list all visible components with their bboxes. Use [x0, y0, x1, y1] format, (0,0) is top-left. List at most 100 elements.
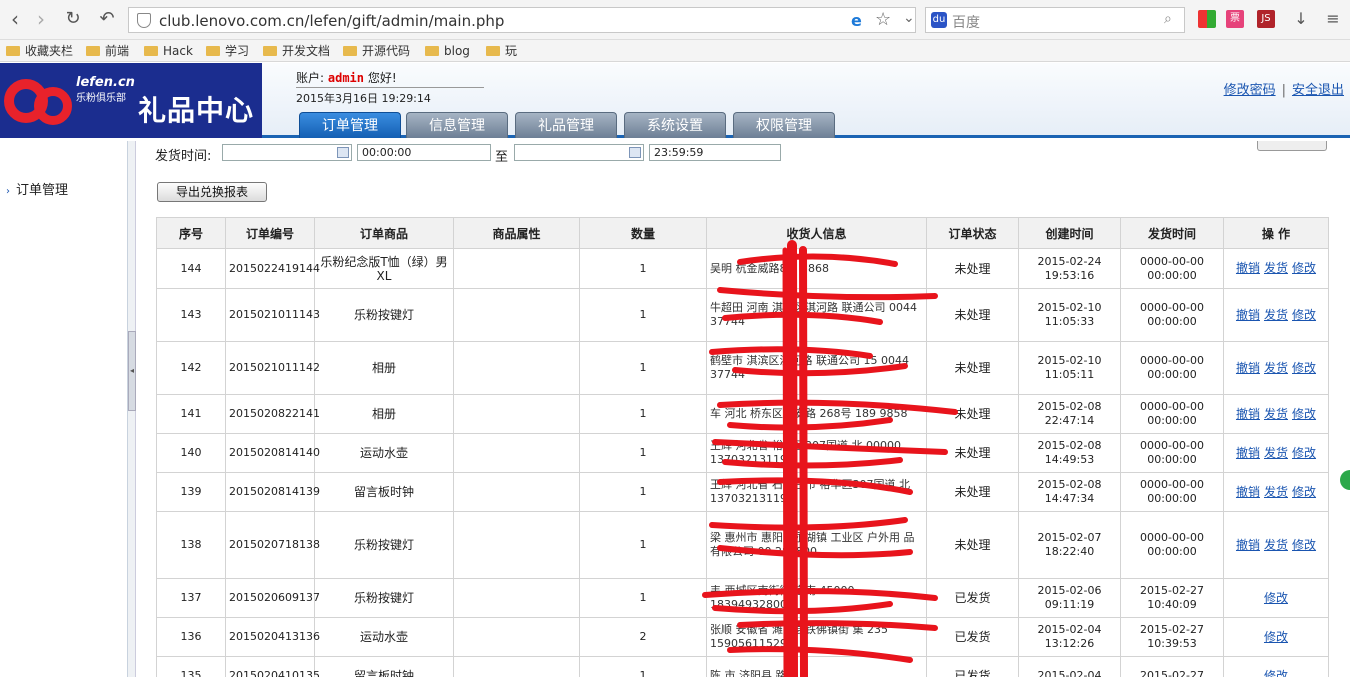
search-button[interactable]	[1257, 141, 1327, 151]
row-created: 2015-02-08 14:47:34	[1018, 472, 1121, 512]
folder-icon	[144, 46, 158, 56]
row-receiver: 车 河北 桥东区平安路 268号 189 9858	[706, 394, 927, 434]
row-id: 141	[156, 394, 226, 434]
ship-end-time-input[interactable]: 23:59:59	[649, 144, 781, 161]
bookmark-favorites[interactable]: 收藏夹栏	[6, 42, 73, 60]
url-text[interactable]: club.lenovo.com.cn/lefen/gift/admin/main…	[159, 12, 504, 30]
row-product: 乐粉按键灯	[314, 578, 454, 618]
ie-icon[interactable]: e	[851, 11, 862, 30]
bookmark-blog[interactable]: blog	[425, 42, 470, 60]
cancel-link[interactable]: 撤销	[1236, 308, 1260, 322]
edit-link[interactable]: 修改	[1292, 261, 1316, 275]
cancel-link[interactable]: 撤销	[1236, 361, 1260, 375]
calendar-icon[interactable]	[629, 147, 641, 158]
row-id: 138	[156, 511, 226, 579]
sidebar-item-orders[interactable]: › 订单管理	[6, 179, 68, 198]
greeting: 您好!	[367, 71, 397, 85]
windows-grid-icon[interactable]	[1198, 10, 1216, 28]
row-shipped: 0000-00-00 00:00:00	[1120, 288, 1224, 342]
logout-link[interactable]: 安全退出	[1292, 83, 1344, 98]
row-order-no: 2015021011142	[225, 341, 320, 395]
table-row: 140 2015020814140 运动水壶 1 王辉 河北省 裕华区307国道 北 0…	[156, 433, 1329, 473]
row-actions: 撤销 发货 修改	[1223, 288, 1329, 342]
tab-gift-management[interactable]: 礼品管理	[515, 112, 617, 138]
row-receiver: 韦 西城区南街街 道南 45000 18394932800	[706, 578, 927, 618]
table-row: 136 2015020413136 运动水壶 2 张顺 安徽省 濉溪县铁佛镇街 集 23…	[156, 617, 1329, 657]
row-shipped: 0000-00-00 00:00:00	[1120, 472, 1224, 512]
edit-link[interactable]: 修改	[1264, 591, 1288, 605]
row-product: 留言板时钟	[314, 656, 454, 677]
bookmark-open-source[interactable]: 开源代码	[343, 42, 410, 60]
logo-brand: lefen.cn	[76, 75, 135, 90]
folder-icon	[263, 46, 277, 56]
row-shipped: 0000-00-00 00:00:00	[1120, 394, 1224, 434]
forward-icon[interactable]: ›	[30, 8, 52, 32]
search-icon[interactable]: ⌕	[1164, 11, 1172, 27]
row-product: 留言板时钟	[314, 472, 454, 512]
bookmark-study[interactable]: 学习	[206, 42, 249, 60]
cancel-link[interactable]: 撤销	[1236, 446, 1260, 460]
edit-link[interactable]: 修改	[1292, 308, 1316, 322]
ship-start-time-input[interactable]: 00:00:00	[357, 144, 491, 161]
ship-end-date-input[interactable]	[514, 144, 644, 161]
back-icon[interactable]: ‹	[4, 8, 26, 32]
cancel-link[interactable]: 撤销	[1236, 485, 1260, 499]
ship-link[interactable]: 发货	[1264, 538, 1288, 552]
row-actions: 撤销 发货 修改	[1223, 394, 1329, 434]
calendar-icon[interactable]	[337, 147, 349, 158]
star-icon[interactable]: ☆	[875, 9, 891, 30]
edit-link[interactable]: 修改	[1264, 630, 1288, 644]
download-icon[interactable]: ↓	[1290, 8, 1312, 32]
ship-start-date-input[interactable]	[222, 144, 352, 161]
bookmark-frontend[interactable]: 前端	[86, 42, 129, 60]
edit-link[interactable]: 修改	[1292, 538, 1316, 552]
username: admin	[327, 71, 364, 85]
chevron-down-icon[interactable]: ⌄	[903, 10, 915, 26]
row-actions: 修改	[1223, 578, 1329, 618]
edit-link[interactable]: 修改	[1264, 669, 1288, 677]
folder-icon	[425, 46, 439, 56]
col-header: 订单编号	[225, 217, 315, 249]
ship-link[interactable]: 发货	[1264, 407, 1288, 421]
search-input[interactable]: du 百度 ⌕	[925, 7, 1185, 33]
ship-link[interactable]: 发货	[1264, 261, 1288, 275]
export-report-button[interactable]: 导出兑换报表	[157, 182, 267, 202]
tab-permission-management[interactable]: 权限管理	[733, 112, 835, 138]
row-id: 144	[156, 248, 226, 289]
ticket-extension[interactable]: 票	[1226, 10, 1244, 28]
row-product: 乐粉按键灯	[314, 511, 454, 579]
row-attr	[453, 617, 580, 657]
undo-icon[interactable]: ↶	[96, 8, 118, 32]
bookmark-hack[interactable]: Hack	[144, 42, 193, 60]
edit-link[interactable]: 修改	[1292, 485, 1316, 499]
cancel-link[interactable]: 撤销	[1236, 407, 1260, 421]
tab-info-management[interactable]: 信息管理	[406, 112, 508, 138]
account-label: 账户:	[296, 71, 325, 85]
row-qty: 1	[579, 341, 707, 395]
bookmark-dev-docs[interactable]: 开发文档	[263, 42, 330, 60]
bookmark-play[interactable]: 玩	[486, 42, 517, 60]
edit-link[interactable]: 修改	[1292, 407, 1316, 421]
logo-brand-sub: 乐粉俱乐部	[76, 93, 126, 104]
js-extension[interactable]: JS	[1257, 10, 1275, 28]
row-qty: 1	[579, 288, 707, 342]
tab-system-settings[interactable]: 系统设置	[624, 112, 726, 138]
change-password-link[interactable]: 修改密码	[1224, 83, 1276, 98]
row-shipped: 0000-00-00 00:00:00	[1120, 511, 1224, 579]
collapse-handle-icon[interactable]: ◂	[128, 331, 136, 411]
menu-icon[interactable]: ≡	[1322, 8, 1344, 32]
edit-link[interactable]: 修改	[1292, 446, 1316, 460]
ship-link[interactable]: 发货	[1264, 308, 1288, 322]
edit-link[interactable]: 修改	[1292, 361, 1316, 375]
sidebar-splitter[interactable]: ◂	[128, 141, 136, 677]
ship-link[interactable]: 发货	[1264, 446, 1288, 460]
reload-icon[interactable]: ↻	[62, 8, 84, 32]
logo[interactable]: lefen.cn 乐粉俱乐部 礼品中心	[0, 63, 262, 138]
ship-link[interactable]: 发货	[1264, 361, 1288, 375]
tab-order-management[interactable]: 订单管理	[299, 112, 401, 138]
cancel-link[interactable]: 撤销	[1236, 538, 1260, 552]
row-actions: 撤销 发货 修改	[1223, 511, 1329, 579]
ship-link[interactable]: 发货	[1264, 485, 1288, 499]
address-bar[interactable]: club.lenovo.com.cn/lefen/gift/admin/main…	[128, 7, 916, 33]
cancel-link[interactable]: 撤销	[1236, 261, 1260, 275]
